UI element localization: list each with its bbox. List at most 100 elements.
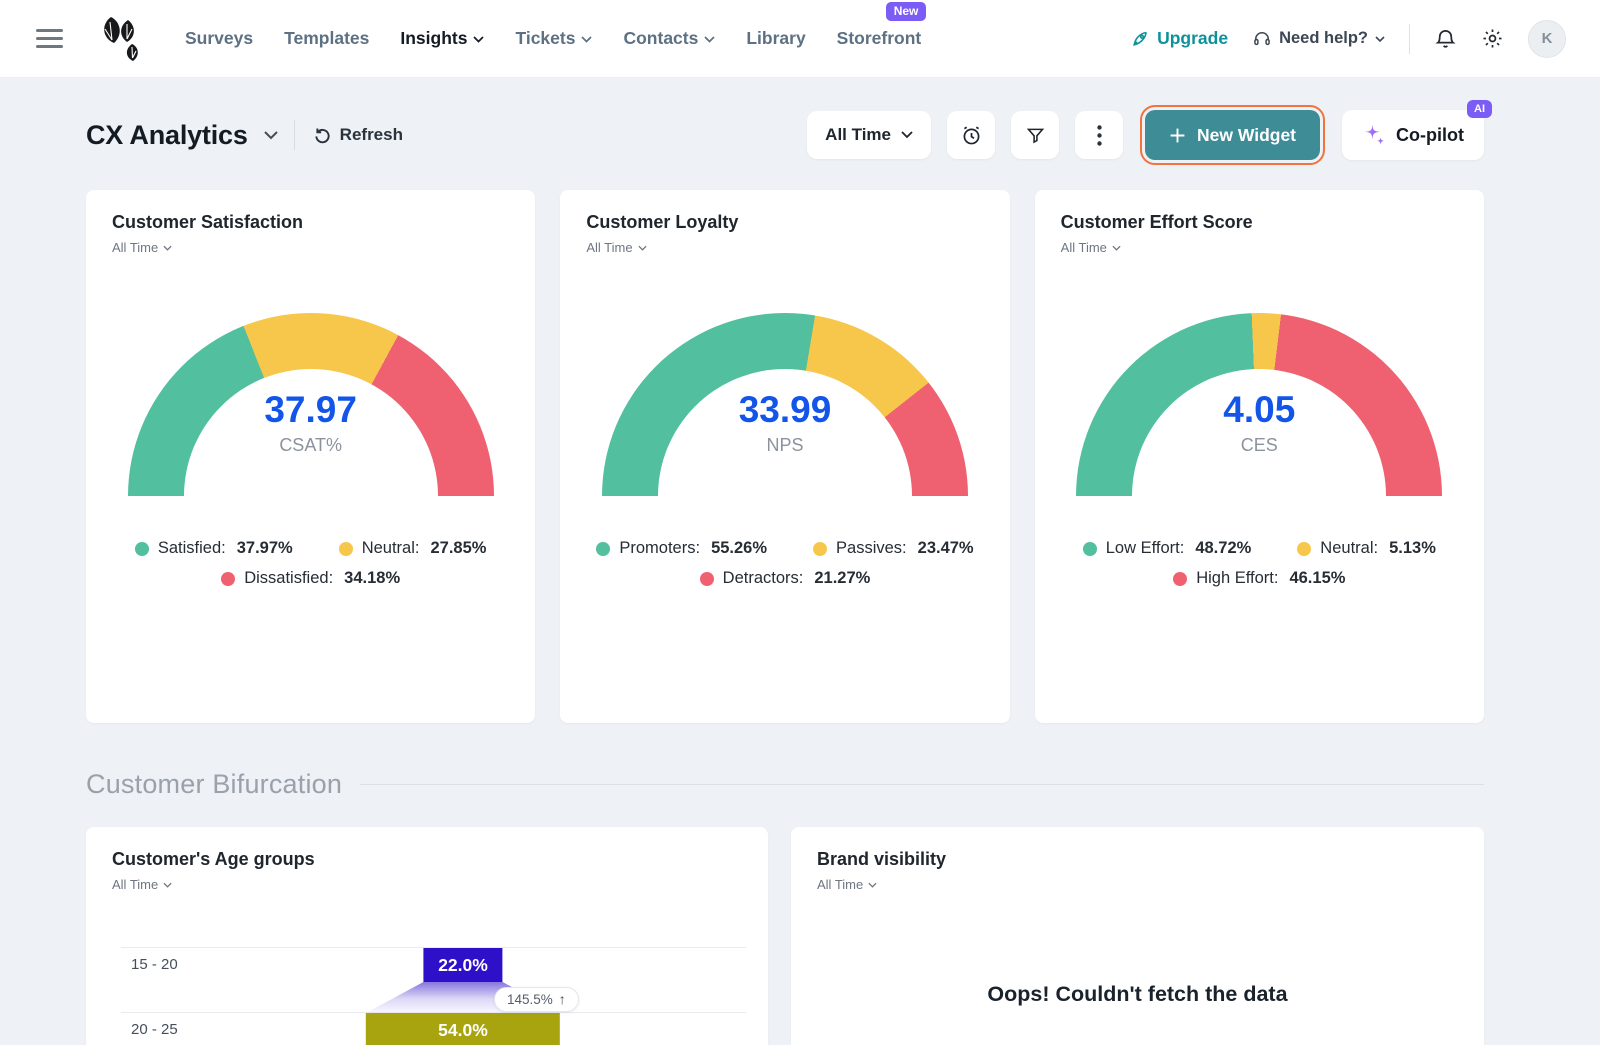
nav-item-tickets[interactable]: Tickets bbox=[515, 28, 592, 49]
card-title: Customer Effort Score bbox=[1061, 212, 1458, 233]
nps-gauge-chart: 33.99 NPS bbox=[602, 313, 968, 497]
legend-item: Satisfied:37.97% bbox=[135, 539, 293, 558]
funnel-bar: 22.0% bbox=[423, 948, 502, 982]
refresh-button[interactable]: Refresh bbox=[313, 125, 403, 145]
card-time-filter[interactable]: All Time bbox=[112, 240, 172, 255]
gauge-legend: Satisfied:37.97% Neutral:27.85% Dissatis… bbox=[112, 539, 509, 588]
filter-button[interactable] bbox=[1011, 111, 1059, 159]
top-navigation: Surveys Templates Insights Tickets Conta… bbox=[0, 0, 1600, 78]
gear-icon bbox=[1481, 27, 1504, 50]
user-avatar[interactable]: K bbox=[1528, 20, 1566, 58]
notifications-bell-button[interactable] bbox=[1434, 27, 1457, 50]
legend-item: High Effort:46.15% bbox=[1173, 569, 1345, 588]
chevron-down-icon bbox=[1112, 245, 1121, 251]
settings-gear-button[interactable] bbox=[1481, 27, 1504, 50]
chevron-down-icon bbox=[264, 131, 278, 140]
chevron-down-icon bbox=[581, 36, 592, 43]
chevron-down-icon bbox=[638, 245, 647, 251]
nav-item-storefront[interactable]: Storefront New bbox=[837, 28, 922, 49]
divider bbox=[294, 120, 295, 150]
section-title: Customer Bifurcation bbox=[86, 769, 342, 800]
chevron-down-icon bbox=[163, 882, 172, 888]
legend-item: Neutral:27.85% bbox=[339, 539, 487, 558]
chevron-down-icon bbox=[704, 36, 715, 43]
legend-dot bbox=[813, 542, 827, 556]
chevron-down-icon bbox=[901, 131, 913, 139]
customer-effort-score-card: Customer Effort Score All Time 4.05 CES … bbox=[1035, 190, 1484, 723]
divider bbox=[1409, 24, 1410, 54]
arrow-up-icon: ↑ bbox=[559, 991, 566, 1007]
filter-funnel-icon bbox=[1025, 125, 1046, 146]
ces-gauge-chart: 4.05 CES bbox=[1076, 313, 1442, 497]
customer-satisfaction-card: Customer Satisfaction All Time 37.97 CSA… bbox=[86, 190, 535, 723]
chevron-down-icon bbox=[473, 36, 484, 43]
leaf-logo-icon bbox=[91, 13, 143, 65]
csat-gauge-chart: 37.97 CSAT% bbox=[128, 313, 494, 497]
legend-dot bbox=[221, 572, 235, 586]
divider bbox=[360, 784, 1484, 785]
customer-loyalty-card: Customer Loyalty All Time 33.99 NPS Prom… bbox=[560, 190, 1009, 723]
legend-dot bbox=[135, 542, 149, 556]
legend-dot bbox=[700, 572, 714, 586]
card-time-filter[interactable]: All Time bbox=[817, 877, 877, 892]
legend-dot bbox=[1297, 542, 1311, 556]
card-time-filter[interactable]: All Time bbox=[586, 240, 646, 255]
alarm-clock-icon bbox=[960, 124, 983, 147]
nav-item-contacts[interactable]: Contacts bbox=[623, 28, 715, 49]
gauge-metric-label: NPS bbox=[602, 435, 968, 456]
gauge-legend: Promoters:55.26% Passives:23.47% Detract… bbox=[586, 539, 983, 588]
time-range-dropdown[interactable]: All Time bbox=[807, 111, 931, 159]
new-badge: New bbox=[886, 2, 927, 21]
gauge-legend: Low Effort:48.72% Neutral:5.13% High Eff… bbox=[1061, 539, 1458, 588]
copilot-button[interactable]: Co-pilot AI bbox=[1342, 110, 1484, 160]
legend-dot bbox=[1083, 542, 1097, 556]
gauge-cards-row: Customer Satisfaction All Time 37.97 CSA… bbox=[86, 190, 1484, 723]
refresh-icon bbox=[313, 126, 332, 145]
legend-dot bbox=[339, 542, 353, 556]
more-options-button[interactable] bbox=[1075, 111, 1123, 159]
nav-item-insights[interactable]: Insights bbox=[400, 28, 484, 49]
bell-icon bbox=[1434, 27, 1457, 50]
new-widget-button[interactable]: New Widget bbox=[1145, 110, 1320, 160]
funnel-category-label: 20 - 25 bbox=[131, 1021, 178, 1038]
page-title: CX Analytics bbox=[86, 120, 248, 151]
card-title: Brand visibility bbox=[817, 849, 1458, 870]
upgrade-button[interactable]: Upgrade bbox=[1130, 28, 1228, 49]
kebab-menu-icon bbox=[1097, 125, 1102, 146]
plus-icon bbox=[1169, 127, 1186, 144]
funnel-category-label: 15 - 20 bbox=[131, 956, 178, 973]
app-logo bbox=[91, 13, 143, 65]
ai-badge: AI bbox=[1467, 100, 1492, 118]
gauge-value: 4.05 bbox=[1076, 389, 1442, 431]
sparkles-icon bbox=[1362, 123, 1387, 148]
nav-item-surveys[interactable]: Surveys bbox=[185, 28, 253, 49]
customer-bifurcation-section-heading: Customer Bifurcation bbox=[86, 769, 1484, 800]
legend-item: Passives:23.47% bbox=[813, 539, 974, 558]
gauge-value: 33.99 bbox=[602, 389, 968, 431]
legend-item: Promoters:55.26% bbox=[596, 539, 767, 558]
bottom-cards-row: Customer's Age groups All Time 15 - 20 2… bbox=[86, 827, 1484, 1045]
funnel-bar: 54.0% bbox=[366, 1013, 560, 1045]
header-controls: All Time New Widget bbox=[807, 110, 1484, 160]
chevron-down-icon bbox=[1375, 36, 1385, 42]
card-title: Customer Satisfaction bbox=[112, 212, 509, 233]
legend-item: Neutral:5.13% bbox=[1297, 539, 1436, 558]
hamburger-menu-button[interactable] bbox=[30, 23, 69, 54]
card-time-filter[interactable]: All Time bbox=[1061, 240, 1121, 255]
nav-items: Surveys Templates Insights Tickets Conta… bbox=[185, 28, 921, 49]
schedule-report-button[interactable] bbox=[947, 111, 995, 159]
dashboard-switcher-chevron[interactable] bbox=[264, 131, 278, 140]
legend-dot bbox=[1173, 572, 1187, 586]
nav-item-library[interactable]: Library bbox=[746, 28, 805, 49]
card-time-filter[interactable]: All Time bbox=[112, 877, 172, 892]
need-help-button[interactable]: Need help? bbox=[1252, 29, 1385, 49]
legend-item: Low Effort:48.72% bbox=[1083, 539, 1252, 558]
nav-right-actions: Upgrade Need help? K bbox=[1130, 20, 1566, 58]
legend-item: Dissatisfied:34.18% bbox=[221, 569, 400, 588]
funnel-chart: 22.0% 54.0% bbox=[283, 827, 643, 1045]
nav-item-templates[interactable]: Templates bbox=[284, 28, 369, 49]
gauge-metric-label: CSAT% bbox=[128, 435, 494, 456]
gauge-metric-label: CES bbox=[1076, 435, 1442, 456]
funnel-transition bbox=[283, 982, 643, 1013]
gauge-value: 37.97 bbox=[128, 389, 494, 431]
